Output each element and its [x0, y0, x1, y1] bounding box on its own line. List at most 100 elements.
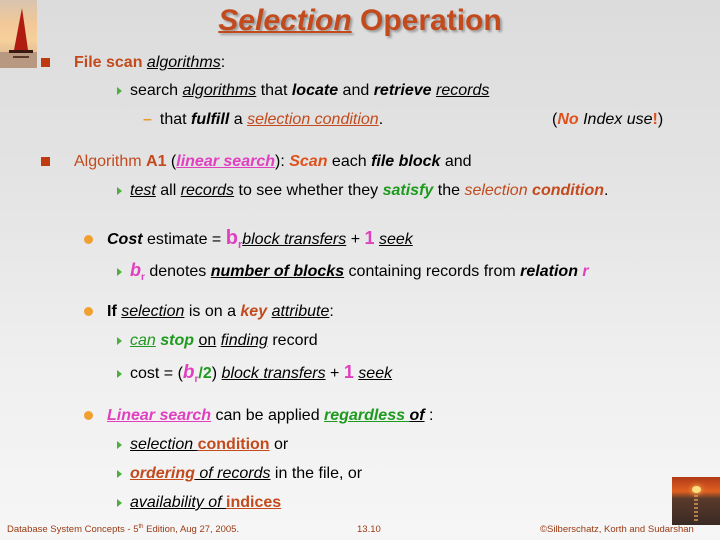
sunset-image — [672, 477, 720, 525]
link-availability-of[interactable]: availability of — [130, 494, 226, 511]
text: Algorithm — [74, 153, 147, 170]
text: estimate = — [142, 231, 226, 248]
link-algorithms[interactable]: algorithms — [147, 54, 221, 71]
sub-bullet-availability: availability of indices — [117, 494, 281, 512]
link-indices[interactable]: indices — [226, 494, 281, 511]
link-selection[interactable]: selection — [121, 303, 184, 320]
text: r — [577, 263, 589, 280]
text: satisfy — [382, 182, 434, 199]
text: the — [433, 182, 465, 199]
link-condition[interactable]: condition — [198, 436, 270, 453]
link-finding[interactable]: finding — [221, 332, 268, 349]
link-of[interactable]: of — [409, 407, 424, 424]
sub-bullet-can-stop: can stop on finding record — [117, 332, 318, 350]
sub-bullet-test-records: test all records to see whether they sat… — [117, 182, 608, 200]
text: to see whether they — [234, 182, 383, 199]
text: can be applied — [211, 407, 325, 424]
text: Scan — [289, 153, 328, 170]
link-selection[interactable]: selection — [130, 436, 198, 453]
link-seek[interactable]: seek — [379, 231, 413, 248]
triangle-bullet-icon — [117, 186, 122, 195]
link-selection-condition[interactable]: selection condition — [247, 111, 379, 128]
round-bullet-icon — [84, 235, 93, 244]
triangle-bullet-icon — [117, 86, 122, 95]
text: No — [557, 111, 579, 128]
footer-page-number: 13.10 — [357, 524, 381, 535]
triangle-bullet-icon — [117, 469, 122, 478]
triangle-bullet-icon — [117, 267, 122, 276]
text: If — [107, 303, 122, 320]
text: in the file, or — [270, 465, 363, 482]
text: or — [269, 436, 289, 453]
text: a — [229, 111, 248, 128]
sun-icon — [692, 486, 701, 493]
text: cost = ( — [130, 365, 183, 382]
bullet-file-scan: File scan algorithms: — [41, 54, 225, 72]
text: Database System Concepts - 5 — [7, 524, 139, 536]
link-records[interactable]: records — [436, 82, 489, 99]
title-selection: Selection — [218, 4, 352, 37]
link-records[interactable]: records — [181, 182, 234, 199]
text: and — [440, 153, 472, 170]
text: 1 — [364, 228, 375, 248]
link-attribute[interactable]: attribute — [272, 303, 330, 320]
text: stop — [160, 332, 195, 349]
link-on[interactable]: on — [198, 332, 216, 349]
bullet-cost-estimate: Cost estimate = brblock transfers + 1 se… — [84, 227, 413, 251]
bullet-algorithm-a1: Algorithm A1 (linear search): Scan each … — [41, 153, 472, 171]
text: record — [267, 332, 318, 349]
bullet-key-attribute: If selection is on a key attribute: — [84, 303, 334, 321]
footer-copyright: ©Silberschatz, Korth and Sudarshan — [540, 524, 694, 535]
link-of-records[interactable]: of records — [195, 465, 270, 482]
text: ): — [275, 153, 290, 170]
text: and — [338, 82, 374, 99]
link-linear-search[interactable]: Linear search — [107, 407, 211, 424]
link-algorithms[interactable]: algorithms — [182, 82, 256, 99]
link-linear-search[interactable]: linear search — [176, 153, 275, 170]
text: /2 — [198, 365, 212, 382]
sub-bullet-br-denotes: b r denotes number of blocks containing r… — [117, 260, 589, 283]
text: Index use — [578, 111, 653, 128]
link-block-transfers[interactable]: block transfers — [242, 231, 346, 248]
dash-bullet-icon: – — [143, 111, 152, 128]
text: 1 — [343, 362, 354, 382]
text: . — [378, 111, 384, 128]
text: is on a — [184, 303, 241, 320]
triangle-bullet-icon — [117, 440, 122, 449]
link-regardless[interactable]: regardless — [324, 407, 409, 424]
text: file block — [371, 153, 441, 170]
link-seek[interactable]: seek — [358, 365, 392, 382]
link-block-transfers[interactable]: block transfers — [222, 365, 326, 382]
text: condition — [532, 182, 605, 199]
text: fulfill — [191, 111, 230, 128]
text: all — [155, 182, 181, 199]
link-test[interactable]: test — [130, 182, 156, 199]
text: selection — [464, 182, 528, 199]
text: Cost — [107, 231, 143, 248]
text: Edition, Aug 27, 2005. — [143, 524, 240, 536]
text: : — [424, 407, 434, 424]
text: . — [604, 182, 609, 199]
text: that — [159, 111, 192, 128]
link-can[interactable]: can — [130, 332, 156, 349]
link-number-of-blocks[interactable]: number of blocks — [211, 263, 344, 280]
footer-book-title: Database System Concepts - 5th Edition, … — [7, 524, 239, 535]
water-reflection — [694, 495, 698, 521]
text: ) — [657, 111, 664, 128]
square-bullet-icon — [41, 58, 50, 67]
title-operation: Operation — [351, 4, 502, 37]
sub-bullet-cost-half: cost = (br/2) block transfers + 1 seek — [117, 362, 392, 385]
text: b — [182, 362, 195, 383]
text: : — [329, 303, 334, 320]
link-ordering[interactable]: ordering — [130, 465, 195, 482]
note-no-index-use: (No Index use!) — [552, 111, 663, 129]
bullet-linear-search-applied: Linear search can be applied regardless … — [84, 407, 433, 425]
text: each — [327, 153, 372, 170]
text: denotes — [144, 263, 211, 280]
square-bullet-icon — [41, 157, 50, 166]
text: ) — [211, 365, 222, 382]
text: that — [256, 82, 292, 99]
text: search — [130, 82, 183, 99]
sub-bullet-ordering: ordering of records in the file, or — [117, 465, 362, 483]
text: containing records from — [344, 263, 521, 280]
